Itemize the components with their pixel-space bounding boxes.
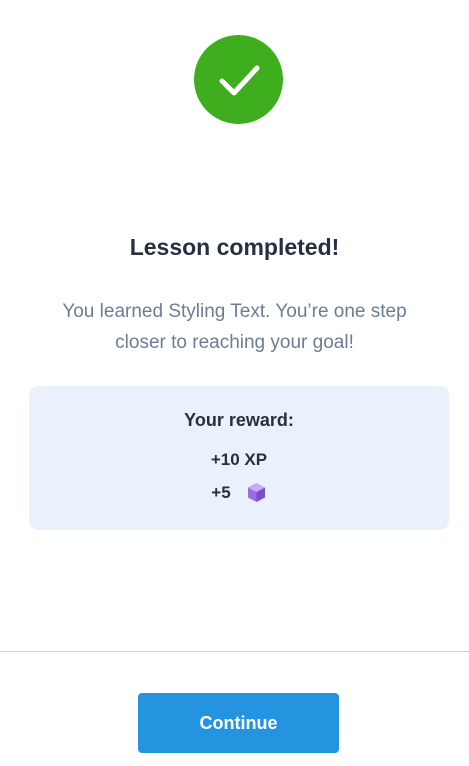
reward-gems: +5 [29, 482, 449, 503]
reward-gems-amount: +5 [211, 482, 231, 502]
reward-card: Your reward: +10 XP +5 [29, 386, 449, 530]
continue-button[interactable]: Continue [138, 693, 339, 753]
checkmark-circle-icon [194, 35, 283, 124]
footer-divider [0, 651, 469, 652]
lesson-summary-text: You learned Styling Text. You’re one ste… [62, 301, 407, 353]
checkmark-icon [219, 65, 259, 95]
reward-xp: +10 XP [210, 450, 268, 469]
gem-icon [246, 482, 267, 503]
page-title: Lesson completed! [129, 234, 340, 260]
reward-heading: Your reward: [184, 410, 294, 430]
